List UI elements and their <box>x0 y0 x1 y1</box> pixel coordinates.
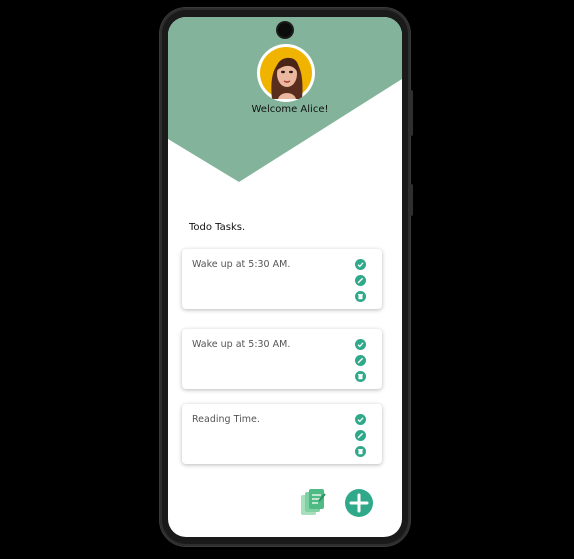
volume-button <box>409 90 413 136</box>
pencil-icon[interactable] <box>355 355 366 366</box>
trash-icon[interactable] <box>355 446 366 457</box>
pencil-icon[interactable] <box>355 275 366 286</box>
stage: Welcome Alice! Todo Tasks. Wake up at 5:… <box>0 0 574 559</box>
welcome-text: Welcome Alice! <box>251 104 329 115</box>
documents-icon[interactable] <box>301 489 327 519</box>
front-camera <box>278 23 292 37</box>
check-circle-icon[interactable] <box>355 339 366 350</box>
task-card[interactable]: Wake up at 5:30 AM. <box>182 329 382 389</box>
task-text: Wake up at 5:30 AM. <box>192 339 291 350</box>
avatar[interactable] <box>257 44 315 102</box>
add-task-button[interactable] <box>345 489 373 517</box>
check-circle-icon[interactable] <box>355 259 366 270</box>
trash-icon[interactable] <box>355 291 366 302</box>
task-actions <box>355 259 366 307</box>
plus-icon <box>349 493 369 513</box>
pencil-icon[interactable] <box>355 430 366 441</box>
task-text: Wake up at 5:30 AM. <box>192 259 291 270</box>
section-title: Todo Tasks. <box>189 222 246 233</box>
app-screen: Welcome Alice! Todo Tasks. Wake up at 5:… <box>168 17 402 537</box>
task-actions <box>355 414 366 462</box>
profile-photo <box>260 47 312 99</box>
trash-icon[interactable] <box>355 371 366 382</box>
phone-frame: Welcome Alice! Todo Tasks. Wake up at 5:… <box>160 8 413 546</box>
check-circle-icon[interactable] <box>355 414 366 425</box>
task-card[interactable]: Wake up at 5:30 AM. <box>182 249 382 309</box>
power-button <box>409 184 413 216</box>
task-card[interactable]: Reading Time. <box>182 404 382 464</box>
task-actions <box>355 339 366 387</box>
task-text: Reading Time. <box>192 414 260 425</box>
